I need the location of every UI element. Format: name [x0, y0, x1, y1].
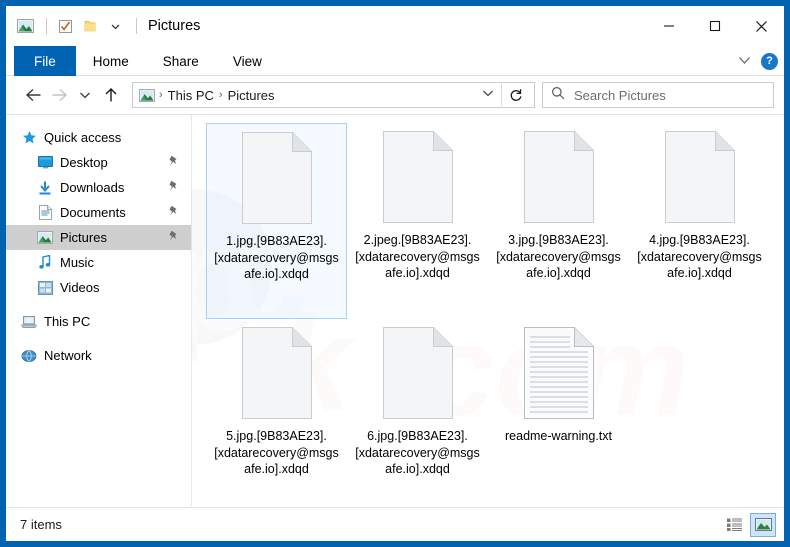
blank-file-icon: [379, 129, 457, 225]
pin-icon-pictures[interactable]: [168, 230, 179, 245]
blank-file-icon: [379, 325, 457, 421]
sidebar-item-quick-access[interactable]: Quick access: [6, 125, 191, 150]
sidebar-label-music: Music: [60, 255, 94, 270]
breadcrumb-this-pc[interactable]: This PC: [164, 88, 218, 103]
sidebar-item-videos[interactable]: Videos: [6, 275, 191, 300]
forward-button[interactable]: [46, 82, 72, 108]
blank-file-icon: [238, 325, 316, 421]
refresh-button[interactable]: [502, 82, 530, 108]
sidebar-item-music[interactable]: Music: [6, 250, 191, 275]
sidebar-label-pictures: Pictures: [60, 230, 107, 245]
properties-icon[interactable]: [54, 15, 76, 37]
sidebar-gap-2: [6, 334, 191, 343]
sidebar-item-documents[interactable]: Documents: [6, 200, 191, 225]
qat-divider-1: [46, 18, 47, 34]
breadcrumb-dropdown-chevron-icon[interactable]: [475, 89, 501, 101]
pin-icon-documents[interactable]: [168, 205, 179, 220]
sidebar-label-quick-access: Quick access: [44, 130, 122, 145]
file-item[interactable]: 2.jpeg.[9B83AE23].[xdatarecovery@msgsafe…: [347, 123, 488, 319]
explorer-body: p c ris k .com Quick access: [6, 114, 784, 506]
maximize-button[interactable]: [692, 6, 738, 46]
back-button[interactable]: [20, 82, 46, 108]
file-item[interactable]: 3.jpg.[9B83AE23].[xdatarecovery@msgsafe.…: [488, 123, 629, 319]
sidebar-label-videos: Videos: [60, 280, 100, 295]
file-grid: 1.jpg.[9B83AE23].[xdatarecovery@msgsafe.…: [206, 123, 784, 515]
search-input[interactable]: Search Pictures: [542, 82, 774, 108]
breadcrumb[interactable]: › This PC › Pictures: [132, 82, 535, 108]
documents-icon: [36, 205, 54, 221]
navigation-pane: Quick access Desktop Downloads Documents…: [6, 115, 191, 506]
ribbon-right-controls: ?: [738, 46, 778, 76]
window-chrome: Pictures File Home Share View ? › This P…: [6, 6, 784, 541]
qat-divider-2: [136, 18, 137, 34]
minimize-button[interactable]: [646, 6, 692, 46]
network-icon: [20, 348, 38, 364]
expand-ribbon-chevron-icon[interactable]: [738, 52, 751, 70]
help-button[interactable]: ?: [761, 52, 778, 70]
file-name: readme-warning.txt: [505, 429, 612, 443]
file-list-pane[interactable]: 1.jpg.[9B83AE23].[xdatarecovery@msgsafe.…: [191, 115, 784, 506]
recent-locations-chevron-icon[interactable]: [72, 82, 98, 108]
file-item[interactable]: 1.jpg.[9B83AE23].[xdatarecovery@msgsafe.…: [206, 123, 347, 319]
file-item[interactable]: 6.jpg.[9B83AE23].[xdatarecovery@msgsafe.…: [347, 319, 488, 515]
file-item[interactable]: 4.jpg.[9B83AE23].[xdatarecovery@msgsafe.…: [629, 123, 770, 319]
file-name: 3.jpg.[9B83AE23].[xdatarecovery@msgsafe.…: [496, 233, 621, 280]
item-count-label: 7 items: [20, 517, 62, 532]
sidebar-label-downloads: Downloads: [60, 180, 125, 195]
address-bar: › This PC › Pictures Search Pictures: [6, 76, 784, 114]
sidebar-item-downloads[interactable]: Downloads: [6, 175, 191, 200]
pin-icon-desktop[interactable]: [168, 155, 179, 170]
breadcrumb-pictures[interactable]: Pictures: [224, 88, 279, 103]
details-view-button[interactable]: [721, 513, 747, 537]
tab-home[interactable]: Home: [76, 46, 146, 76]
ribbon-tabs: File Home Share View ?: [6, 46, 784, 76]
sidebar-label-this-pc: This PC: [44, 314, 91, 329]
sidebar-item-this-pc[interactable]: This PC: [6, 309, 191, 334]
search-icon: [551, 86, 565, 105]
close-button[interactable]: [738, 6, 784, 46]
music-icon: [36, 255, 54, 271]
file-item[interactable]: readme-warning.txt: [488, 319, 629, 515]
search-placeholder: Search Pictures: [574, 87, 666, 103]
title-bar: Pictures: [6, 6, 784, 46]
file-name: 6.jpg.[9B83AE23].[xdatarecovery@msgsafe.…: [355, 429, 480, 476]
blank-file-icon: [661, 129, 739, 225]
explorer-window: Pictures File Home Share View ? › This P…: [0, 0, 790, 547]
blank-file-icon: [238, 130, 316, 226]
pictures-folder-icon[interactable]: [14, 15, 36, 37]
window-title: Pictures: [148, 18, 201, 34]
downloads-icon: [36, 180, 54, 196]
sidebar-label-network: Network: [44, 348, 92, 363]
large-icons-view-button[interactable]: [750, 512, 776, 537]
sidebar-item-network[interactable]: Network: [6, 343, 191, 368]
file-name: 1.jpg.[9B83AE23].[xdatarecovery@msgsafe.…: [214, 234, 339, 281]
sidebar-item-desktop[interactable]: Desktop: [6, 150, 191, 175]
blank-file-icon: [520, 129, 598, 225]
file-item[interactable]: 5.jpg.[9B83AE23].[xdatarecovery@msgsafe.…: [206, 319, 347, 515]
star-icon: [20, 130, 38, 146]
view-toggle-group: [721, 512, 776, 537]
this-pc-icon: [20, 314, 38, 330]
window-controls: [646, 6, 784, 46]
file-name: 2.jpeg.[9B83AE23].[xdatarecovery@msgsafe…: [355, 233, 480, 280]
sidebar-gap-1: [6, 300, 191, 309]
pin-icon-downloads[interactable]: [168, 180, 179, 195]
customize-chevron-icon[interactable]: [104, 15, 126, 37]
videos-icon: [36, 280, 54, 296]
pictures-icon: [36, 230, 54, 246]
breadcrumb-pictures-icon: [139, 88, 155, 102]
up-button[interactable]: [98, 82, 124, 108]
file-name: 4.jpg.[9B83AE23].[xdatarecovery@msgsafe.…: [637, 233, 762, 280]
sidebar-label-desktop: Desktop: [60, 155, 108, 170]
sidebar-label-documents: Documents: [60, 205, 126, 220]
desktop-icon: [36, 155, 54, 171]
new-folder-icon[interactable]: [79, 15, 101, 37]
file-name: 5.jpg.[9B83AE23].[xdatarecovery@msgsafe.…: [214, 429, 339, 476]
tab-view[interactable]: View: [216, 46, 279, 76]
text-file-icon: [520, 325, 598, 421]
sidebar-item-pictures[interactable]: Pictures: [6, 225, 191, 250]
tab-file[interactable]: File: [14, 46, 76, 76]
tab-share[interactable]: Share: [146, 46, 216, 76]
